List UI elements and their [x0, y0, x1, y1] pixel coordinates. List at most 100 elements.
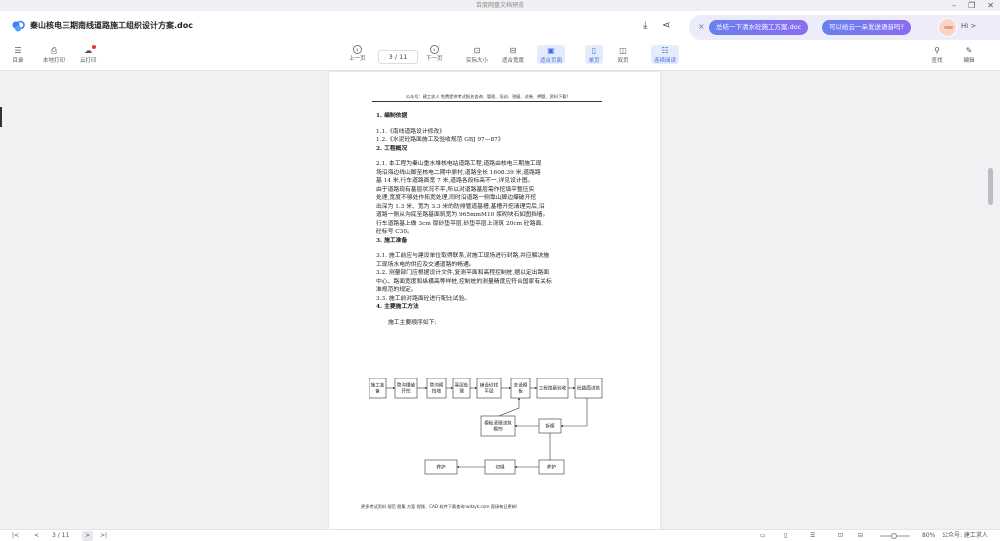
toc-icon: ☰ [14, 46, 22, 55]
flow-node-label: 拆模 [545, 423, 555, 430]
flow-node: 工程隐蔽验收 [536, 377, 569, 399]
body-line: 道路一侧从沟底至路基面筑宽为 965mmM10 浆砌块石如图挡墙。 [376, 212, 549, 218]
body-line: 出深为 1.3 米、宽为 3.3 米的防排管道基槽,基槽开挖清理完后,沿 [376, 203, 545, 210]
layout-stack-icon[interactable]: ☰ [810, 531, 815, 541]
close-window-button[interactable]: ✕ [987, 0, 994, 11]
next-page-small-button[interactable]: > [82, 531, 94, 541]
flowchart-svg: 施工准备管沟爆破开挖管沟砌挡墙基层处理铺设砂找平层支设模板 工程隐蔽验收 砼路面浇筑… [368, 377, 603, 475]
next-page-button[interactable]: › 下一页 [426, 45, 443, 62]
section-heading: 1. 编制依据 [376, 113, 408, 119]
flow-node: 铺设砂找平层 [476, 377, 502, 399]
status-bar: |< < 3 / 11 > >| ▭ ▯ ☰ ⊡ ⊟ – 80% 公众号: 建工… [0, 529, 1000, 541]
header-bar: 秦山核电三期南线道路施工组织设计方案.doc ⤓ ⋖ × 总结一下清水砼施工方案… [0, 11, 1000, 43]
actual-size-button[interactable]: ⊡ 实际大小 [466, 45, 488, 64]
actual-size-label: 实际大小 [466, 58, 489, 64]
viewer-toolbar: ☰ 目录 ⎙ 本地打印 ☁ 云打印 ‹ 上一页 3 / 11 › 下一页 ⊡ 实… [0, 43, 1000, 71]
flow-node: 养护 [538, 459, 565, 475]
body-line: 3.2. 测量部门应根据设计文件,复测平面和高程控制桩,据以定出路面 [376, 270, 550, 276]
layout-double-icon[interactable]: ▯ [784, 531, 787, 541]
ai-suggestion-chip[interactable]: 总结一下清水砼施工方案.doc [709, 20, 809, 35]
scrollbar-thumb[interactable] [988, 168, 993, 205]
prev-page-button[interactable]: ‹ 上一页 [349, 45, 366, 62]
body-line: 处理,宽度不够处作拓宽处理,同时沿道路一侧靠山脚边爆破开挖 [376, 195, 537, 201]
share-icon[interactable]: ⋖ [662, 20, 670, 31]
flow-node-label: 砼路面浇筑 [577, 385, 600, 392]
fit-page-label: 适合页面 [540, 58, 563, 64]
flow-node: 施工准备 [368, 377, 387, 399]
flow-node: 基层处理 [452, 377, 471, 399]
body-line: 施工主要顺序如下: [388, 319, 437, 326]
double-page-label: 双页 [617, 58, 629, 64]
edit-button[interactable]: ✎ 编辑 [963, 45, 975, 64]
body-line: 中心、路面宽度和纵横高等样桩,控制桩的测量精度应符合国家有关标 [376, 278, 552, 285]
body-line: 准规范的规定。 [376, 287, 417, 293]
actual-size-icon: ⊡ [473, 46, 481, 55]
page-header-line: 公众号：建工求人 免费提供考试报名咨询、管理、培训、答疑、试卷、押题、资料下载! [372, 94, 602, 102]
ai-assistant-bar: × 总结一下清水砼施工方案.doc 可以给云一朵发送语音吗? Hi > [689, 15, 1000, 40]
body-line: 由于道路现有基层状况不平,所以对道路基层需作挖填平整压实 [376, 186, 535, 193]
ai-suggestion-chip[interactable]: 可以给云一朵发送语音吗? [822, 20, 911, 35]
fit-width-icon: ⊟ [509, 46, 517, 55]
continuous-read-icon: ☷ [661, 46, 669, 55]
close-icon[interactable]: × [698, 22, 705, 31]
left-edge-marker [0, 107, 2, 127]
flow-node: 支设模板 [510, 377, 531, 399]
page-footer-line: 更多考试资料 规范 图集 方案 视频、CAD 软件下载查询:wdzyk.com … [361, 504, 518, 509]
fit-width-button[interactable]: ⊟ 适合宽度 [502, 45, 524, 64]
local-print-label: 本地打印 [43, 58, 66, 64]
last-page-button[interactable]: >| [100, 531, 107, 541]
document-page: 公众号：建工求人 免费提供考试报名咨询、管理、培训、答疑、试卷、押题、资料下载!… [329, 72, 660, 530]
body-line: 1.2.《水泥砼路面施工及验收规范 GBJ 97—87》 [376, 137, 504, 143]
page-number-input[interactable]: 3 / 11 [378, 50, 418, 64]
fit-width-label: 适合宽度 [502, 58, 525, 64]
download-icon[interactable]: ⤓ [643, 20, 647, 31]
maximize-button[interactable]: ❐ [968, 0, 975, 11]
single-page-button[interactable]: ▯ 单页 [585, 45, 603, 64]
construction-flowchart: 施工准备 管沟爆破开挖 管沟砌挡墙 基层处理 铺设砂找平层 支设模板 工程隐蔽验收 砼路面浇筑… [368, 377, 605, 480]
double-page-button[interactable]: ◫ 双页 [617, 45, 629, 64]
watermark-text: 公众号: 建工求人 [942, 532, 988, 539]
search-button[interactable]: ⚲ 查找 [931, 45, 943, 64]
vertical-scrollbar[interactable] [986, 71, 996, 529]
ai-greeting[interactable]: Hi > [961, 22, 976, 30]
ai-avatar[interactable] [938, 18, 957, 37]
first-page-button[interactable]: |< [12, 531, 19, 541]
local-print-button[interactable]: ⎙ 本地打印 [43, 45, 66, 65]
body-line: 3.1. 施工前应与建设单位取得联系,对施工现场进行封路,并应解决施 [376, 253, 550, 259]
section-heading: 2. 工程概况 [376, 145, 408, 152]
prev-page-label: 上一页 [349, 56, 366, 62]
search-icon: ⚲ [934, 46, 940, 55]
flow-node-label: 养护 [547, 464, 557, 471]
fit-page-button[interactable]: ▣ 适合页面 [537, 45, 566, 64]
zoom-level: 80% [922, 532, 936, 539]
prev-page-small-button[interactable]: < [34, 531, 39, 541]
continuous-read-button[interactable]: ☷ 连续阅读 [651, 45, 680, 64]
flow-node: 管沟爆破开挖 [394, 377, 418, 399]
baidu-netdisk-logo-icon[interactable] [11, 20, 25, 32]
cloud-print-label: 云打印 [80, 58, 97, 64]
fit-icon[interactable]: ⊡ [838, 531, 843, 541]
status-page-indicator: 3 / 11 [52, 532, 70, 539]
flow-node: 养护 [424, 459, 458, 475]
flow-node: 砼路面浇筑 [574, 377, 603, 399]
body-line: 1.1.《南线道路设计修改》 [376, 128, 446, 135]
body-line: 行车道路基上做 3cm 厚砂垫平层,砂垫平层上浇筑 20cm 砼路面, [376, 220, 544, 227]
flow-node: 拆模 [538, 418, 562, 434]
minimize-button[interactable]: – [952, 0, 956, 11]
cloud-print-button[interactable]: ☁ 云打印 [80, 45, 97, 64]
zoom-slider-handle[interactable] [891, 533, 897, 539]
body-line: 场沿海边线山脚至核电二期中原村,道路全长 1608.39 米,道路路 [376, 169, 541, 176]
window-controls: – ❐ ✕ [952, 0, 994, 11]
toc-button[interactable]: ☰ 目录 [12, 45, 24, 64]
layout-single-icon[interactable]: ▭ [760, 531, 766, 541]
body-line: 工现场水电的供应及交通道路的畅通。 [376, 261, 475, 268]
next-page-icon: › [429, 45, 439, 54]
fit-width-small-icon[interactable]: ⊟ [858, 531, 863, 541]
flow-node-label: 切缝 [495, 464, 505, 471]
continuous-read-label: 连续阅读 [654, 58, 677, 64]
flow-node: 切缝 [484, 459, 516, 475]
flow-node-label: 工程隐蔽验收 [539, 385, 567, 392]
